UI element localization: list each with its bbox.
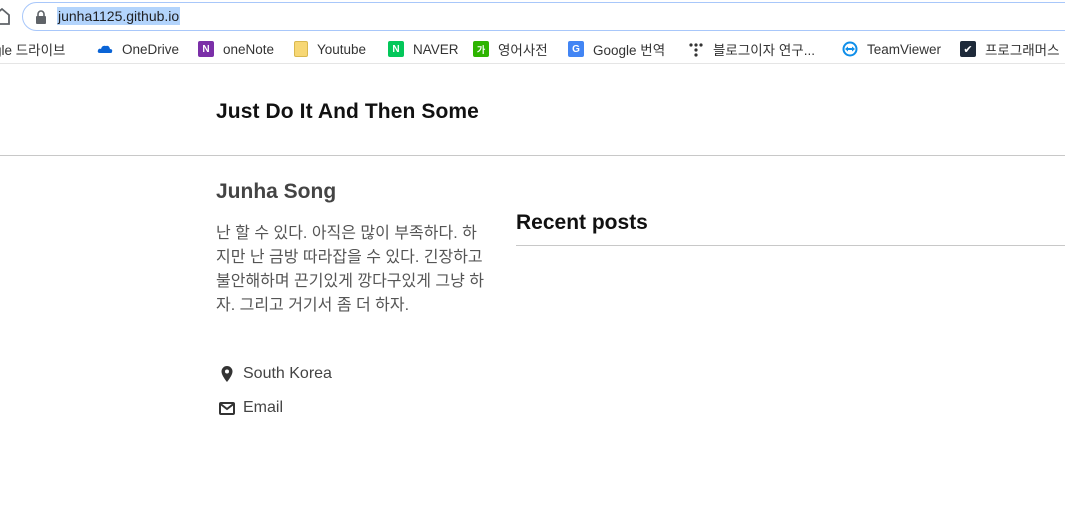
dots-icon xyxy=(689,43,703,57)
bookmark-programmers[interactable]: ✔ 프로그래머스 xyxy=(960,39,1060,59)
location-text: South Korea xyxy=(243,365,332,382)
bookmark-teamviewer[interactable]: TeamViewer xyxy=(842,39,941,59)
bookmark-label: Youtube xyxy=(317,41,367,57)
bookmark-label: 프로그래머스 xyxy=(985,43,1060,58)
map-marker-icon xyxy=(221,366,233,382)
bookmark-google-drive[interactable]: gle 드라이브 xyxy=(0,39,65,59)
bookmark-label: oneNote xyxy=(223,41,275,57)
bookmark-label: 영어사전 xyxy=(498,43,548,58)
address-bar[interactable]: junha1125.github.io xyxy=(22,2,1065,31)
bookmark-onenote[interactable]: N oneNote xyxy=(198,39,274,59)
bookmark-label: gle 드라이브 xyxy=(0,43,66,58)
bookmarks-bar: gle 드라이브 OneDrive N oneNote Youtube N NA… xyxy=(0,34,1065,64)
recent-posts-heading: Recent posts xyxy=(516,211,648,234)
bookmark-naver[interactable]: N NAVER xyxy=(388,39,459,59)
home-icon[interactable] xyxy=(0,7,10,25)
recent-posts-divider xyxy=(516,245,1065,246)
author-location: South Korea xyxy=(218,365,332,383)
url-text[interactable]: junha1125.github.io xyxy=(57,7,181,25)
author-bio: 난 할 수 있다. 아직은 많이 부족하다. 하지만 난 금방 따라잡을 수 있… xyxy=(216,225,485,314)
bookmark-label: NAVER xyxy=(413,41,459,57)
site-header: Just Do It And Then Some xyxy=(0,64,1065,156)
folder-icon xyxy=(294,41,308,57)
bookmark-english-dictionary[interactable]: 가 영어사전 xyxy=(473,39,548,59)
author-email[interactable]: Email xyxy=(218,399,283,417)
author-name: Junha Song xyxy=(216,180,337,203)
bookmark-onedrive[interactable]: OneDrive xyxy=(97,39,179,59)
onenote-icon: N xyxy=(198,41,214,57)
naver-icon: N xyxy=(388,41,404,57)
bookmark-label: Google 번역 xyxy=(593,43,666,58)
onedrive-icon xyxy=(97,45,113,53)
lock-icon[interactable] xyxy=(35,10,47,24)
email-link[interactable]: Email xyxy=(243,399,283,417)
site-title-link[interactable]: Just Do It And Then Some xyxy=(216,100,479,124)
bookmark-google-translate[interactable]: G Google 번역 xyxy=(568,39,665,59)
browser-address-row: junha1125.github.io xyxy=(0,0,1065,34)
bookmark-blog[interactable]: 블로그이자 연구... xyxy=(688,39,815,59)
bookmark-label: 블로그이자 연구... xyxy=(713,43,815,58)
naver-dictionary-icon: 가 xyxy=(473,41,489,57)
envelope-icon xyxy=(219,402,235,415)
bookmark-label: OneDrive xyxy=(122,41,180,57)
google-translate-icon: G xyxy=(568,41,584,57)
teamviewer-icon xyxy=(842,41,858,57)
bookmark-label: TeamViewer xyxy=(867,41,942,57)
programmers-icon: ✔ xyxy=(960,41,976,57)
bookmark-youtube[interactable]: Youtube xyxy=(294,39,366,59)
